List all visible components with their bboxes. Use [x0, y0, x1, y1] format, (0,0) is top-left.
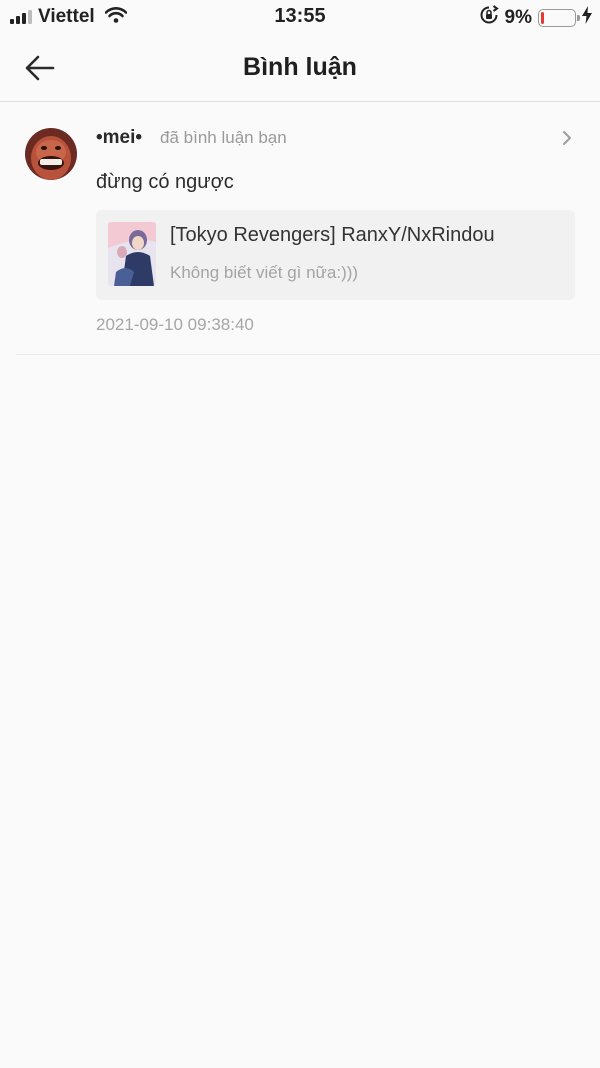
action-text: đã bình luận bạn — [160, 128, 287, 147]
nav-bar: Bình luận — [0, 34, 600, 102]
notification-header: •mei• đã bình luận bạn — [96, 127, 287, 149]
battery-level-fill — [541, 11, 544, 24]
status-bar: Viettel 13:55 9% — [0, 0, 600, 34]
post-title: [Tokyo Revengers] RanxY/NxRindou — [170, 224, 495, 246]
timestamp: 2021-09-10 09:38:40 — [96, 315, 254, 334]
charging-icon — [582, 6, 592, 29]
orientation-lock-icon — [479, 5, 499, 30]
comment-text: đừng có ngược — [96, 171, 234, 193]
avatar[interactable] — [25, 128, 77, 180]
comment-notification-item[interactable]: •mei• đã bình luận bạn đừng có ngược [To… — [16, 103, 600, 355]
post-description: Không biết viết gì nữa:))) — [170, 263, 359, 282]
page-title: Bình luận — [243, 53, 357, 81]
chevron-right-icon[interactable] — [562, 130, 572, 151]
battery-percent: 9% — [504, 6, 532, 28]
post-thumbnail — [108, 222, 156, 286]
status-right: 9% — [479, 5, 592, 30]
username[interactable]: •mei• — [96, 127, 142, 149]
battery-icon — [538, 8, 580, 27]
post-card[interactable]: [Tokyo Revengers] RanxY/NxRindou Không b… — [96, 210, 575, 300]
